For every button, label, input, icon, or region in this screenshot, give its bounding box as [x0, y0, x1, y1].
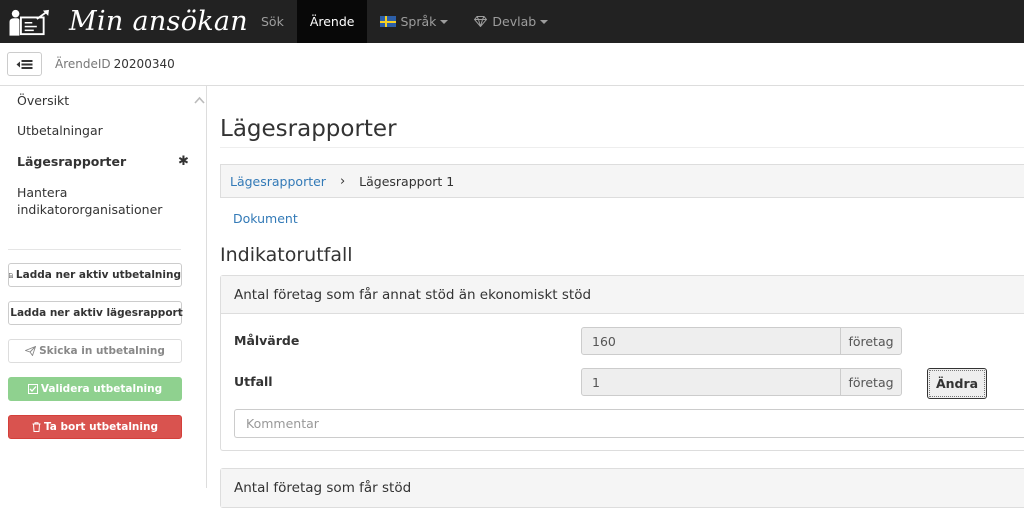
sidebar-item-status-reports[interactable]: Lägesrapporter — [17, 154, 126, 169]
breadcrumb: Lägesrapporter › Lägesrapport 1 — [220, 164, 1024, 198]
indicator-panel: Antal företag som får annat stöd än ekon… — [220, 275, 1024, 451]
sidebar: Översikt Utbetalningar Lägesrapporter ✱ … — [0, 86, 207, 488]
target-value-label: Målvärde — [234, 333, 300, 348]
sidebar-divider — [8, 249, 181, 250]
brand[interactable]: Min ansökan — [0, 0, 248, 43]
download-active-payment-button[interactable]: Ladda ner aktiv utbetalning — [8, 263, 182, 287]
file-pdf-icon — [9, 272, 13, 278]
delete-payment-label: Ta bort utbetalning — [43, 421, 159, 433]
breadcrumb-current: Lägesrapport 1 — [359, 173, 455, 189]
applicant-logo-icon — [9, 9, 49, 36]
trash-icon — [32, 422, 41, 432]
nav-search[interactable]: Sök — [248, 0, 297, 43]
download-active-status-report-label: Ladda ner aktiv lägesrapport — [10, 307, 183, 319]
sidebar-item-indicator-organisations[interactable]: Hantera indikatororganisationer — [17, 184, 177, 218]
case-subheader: ÄrendeID 20200340 — [0, 43, 1024, 86]
indicator-panel-2-heading: Antal företag som får stöd — [221, 469, 1024, 507]
outcome-unit-addon: företag — [840, 368, 902, 396]
validate-payment-label: Validera utbetalning — [40, 383, 163, 395]
chevron-right-icon: › — [339, 173, 346, 189]
main-content: Lägesrapporter Lägesrapporter › Lägesrap… — [220, 86, 1024, 508]
nav-search-label: Sök — [261, 14, 284, 29]
target-unit-addon: företag — [840, 327, 902, 355]
nav-language-label: Språk — [400, 14, 437, 29]
brand-title: Min ansökan — [69, 6, 248, 37]
indicator-panel-2: Antal företag som får stöd — [220, 468, 1024, 508]
case-id-label: ÄrendeID — [55, 57, 111, 71]
caret-down-icon — [440, 19, 449, 24]
breadcrumb-status-reports[interactable]: Lägesrapporter — [230, 174, 326, 189]
target-value-field: 160 — [581, 327, 841, 355]
swedish-flag-icon — [380, 16, 397, 27]
submit-payment-button[interactable]: Skicka in utbetalning — [8, 339, 182, 363]
title-divider — [220, 147, 1024, 148]
validate-payment-button[interactable]: Validera utbetalning — [8, 377, 182, 401]
top-navbar: Min ansökan Sök Ärende Språk Devlab — [0, 0, 1024, 43]
diamond-icon — [474, 16, 488, 27]
caret-down-icon — [540, 19, 549, 24]
asterisk-icon: ✱ — [178, 154, 189, 169]
nav-language-dropdown[interactable]: Språk — [367, 0, 461, 43]
sidebar-item-payments[interactable]: Utbetalningar — [17, 123, 103, 138]
case-id-value: 20200340 — [113, 57, 175, 71]
comment-input[interactable] — [234, 409, 1024, 438]
delete-payment-button[interactable]: Ta bort utbetalning — [8, 415, 182, 439]
sidebar-toggle-button[interactable] — [7, 52, 42, 76]
check-square-icon — [27, 384, 38, 394]
outcome-field: 1 — [581, 368, 841, 396]
submit-payment-label: Skicka in utbetalning — [39, 345, 165, 357]
edit-outcome-button[interactable]: Ändra — [927, 368, 987, 399]
chevron-up-icon[interactable] — [194, 96, 205, 104]
sidebar-collapse-icon — [16, 59, 33, 69]
nav-case[interactable]: Ärende — [296, 0, 368, 43]
download-active-status-report-button[interactable]: Ladda ner aktiv lägesrapport — [8, 301, 183, 325]
paper-plane-icon — [25, 346, 37, 356]
page-title: Lägesrapporter — [220, 116, 397, 142]
sidebar-item-overview[interactable]: Översikt — [17, 93, 69, 108]
outcome-label: Utfall — [234, 374, 273, 389]
nav-devlab-dropdown[interactable]: Devlab — [461, 0, 561, 43]
indicator-panel-heading: Antal företag som får annat stöd än ekon… — [221, 276, 1024, 314]
download-active-payment-label: Ladda ner aktiv utbetalning — [15, 269, 181, 281]
nav-devlab-label: Devlab — [492, 14, 537, 29]
nav-case-label: Ärende — [309, 14, 355, 29]
section-title: Indikatorutfall — [220, 244, 353, 266]
document-link[interactable]: Dokument — [233, 211, 298, 226]
